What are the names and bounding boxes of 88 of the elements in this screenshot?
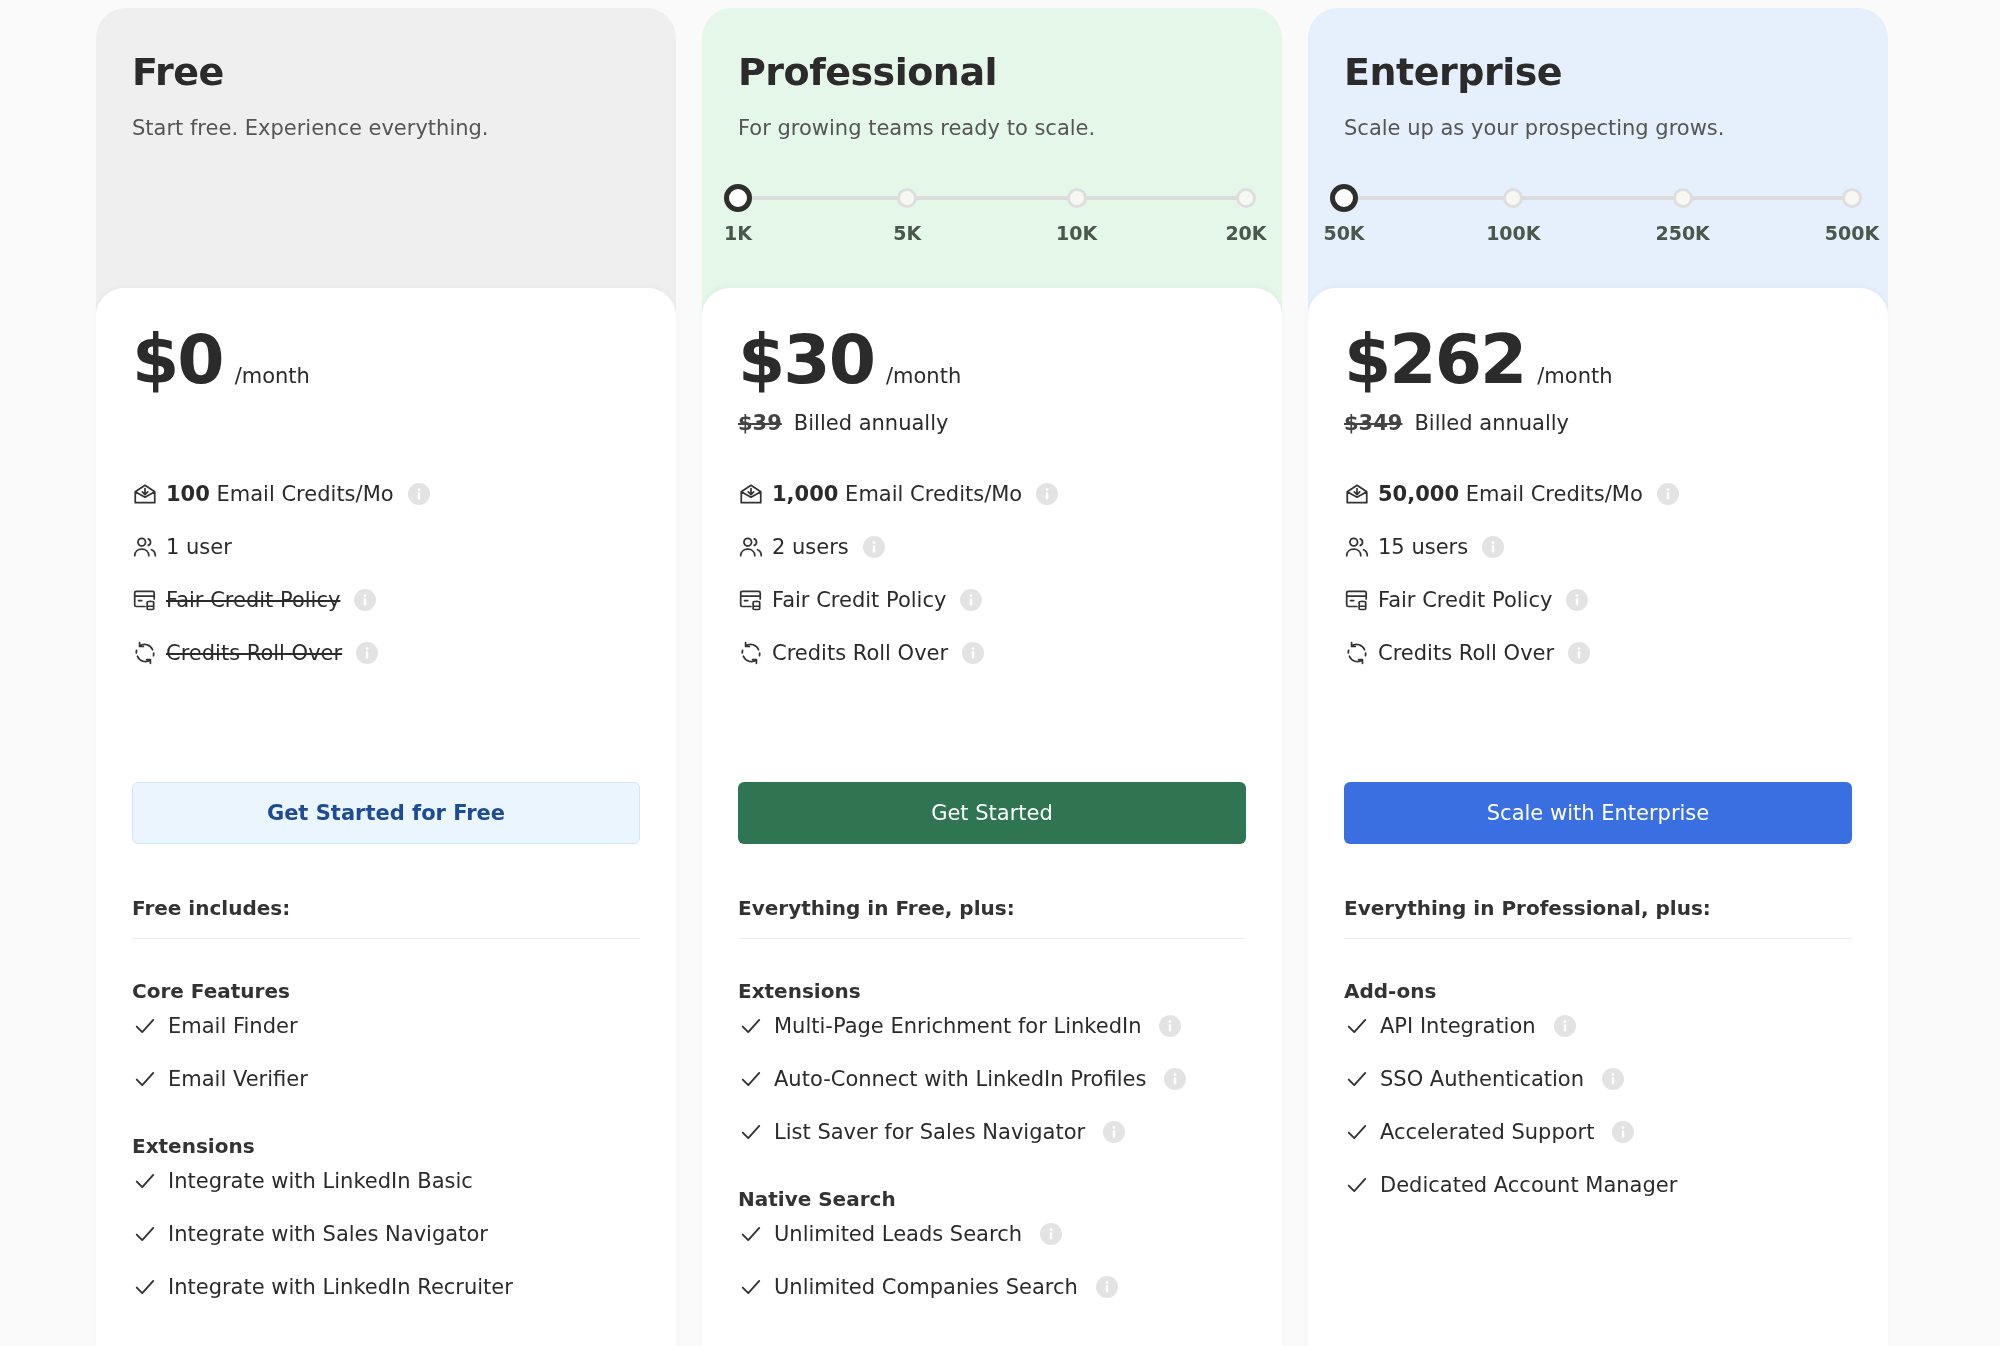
group-title: Extensions <box>132 1134 256 1158</box>
feature-text: Integrate with LinkedIn Basic <box>168 1169 473 1193</box>
info-icon[interactable] <box>960 589 983 611</box>
plan-tagline: For growing teams ready to scale. <box>738 116 1097 140</box>
info-icon[interactable] <box>1482 536 1505 558</box>
feature-text: Integrate with Sales Navigator <box>168 1222 488 1246</box>
price: $0 <box>132 320 223 399</box>
feature-text: Email Finder <box>168 1014 298 1038</box>
plan-name: Professional <box>738 50 999 94</box>
stop-label: 10K <box>1056 222 1098 244</box>
stop-label: 100K <box>1486 222 1541 244</box>
quota-text: 15 users <box>1378 535 1469 559</box>
feature-text: Unlimited Leads Search <box>774 1222 1022 1246</box>
info-icon[interactable] <box>354 589 377 611</box>
info-icon[interactable] <box>1095 1276 1118 1298</box>
feature-text: Integrate with LinkedIn Recruiter <box>168 1275 513 1299</box>
info-icon[interactable] <box>962 642 985 664</box>
quota-text: 50,000 Email Credits/Mo <box>1378 482 1643 506</box>
quota-text: Fair Credit Policy <box>772 588 947 612</box>
refresh-icon <box>738 640 764 666</box>
info-icon[interactable] <box>1040 1223 1062 1245</box>
slider-stop[interactable] <box>1330 184 1358 212</box>
feature-text: Accelerated Support <box>1380 1120 1595 1144</box>
card-icon <box>132 587 158 613</box>
price: $262 <box>1344 320 1526 399</box>
plan-tagline: Scale up as your prospecting grows. <box>1344 116 1726 140</box>
billing-note: Billed annually <box>793 411 949 435</box>
feature-text: Unlimited Companies Search <box>774 1275 1078 1299</box>
price-period: /month <box>234 364 310 388</box>
feature-text: SSO Authentication <box>1380 1067 1585 1091</box>
info-icon[interactable] <box>1036 483 1059 505</box>
price-period: /month <box>885 364 962 388</box>
feature-text: Dedicated Account Manager <box>1380 1173 1678 1197</box>
plan-button[interactable]: Get Started <box>738 782 1246 844</box>
info-icon[interactable] <box>1612 1121 1635 1143</box>
info-icon[interactable] <box>407 483 430 505</box>
info-icon[interactable] <box>1164 1068 1187 1090</box>
group-title: Core Features <box>132 979 291 1003</box>
feature-text: Multi-Page Enrichment for LinkedIn <box>774 1014 1142 1038</box>
feature-text: Auto-Connect with LinkedIn Profiles <box>774 1067 1147 1091</box>
info-icon[interactable] <box>356 642 379 664</box>
card-icon <box>738 587 764 613</box>
quota-text: 100 Email Credits/Mo <box>166 482 394 506</box>
includes-heading: Free includes: <box>132 896 640 939</box>
plan-button[interactable]: Get Started for Free <box>132 782 640 844</box>
plan-button[interactable]: Scale with Enterprise <box>1344 782 1852 844</box>
quota-text: Credits Roll Over <box>1378 641 1555 665</box>
refresh-icon <box>132 640 158 666</box>
quota-text: Credits Roll Over <box>166 641 343 665</box>
info-icon[interactable] <box>1568 642 1591 664</box>
group-title: Extensions <box>738 979 862 1003</box>
group-title: Add-ons <box>1344 979 1438 1003</box>
price-period: /month <box>1537 364 1613 388</box>
info-icon[interactable] <box>862 536 885 558</box>
quota-text: 1,000 Email Credits/Mo <box>772 482 1023 506</box>
old-price: $349 <box>1344 411 1403 435</box>
info-icon[interactable] <box>1566 589 1589 611</box>
info-icon[interactable] <box>1656 483 1679 505</box>
stop-label: 50K <box>1323 222 1365 244</box>
slider-stop[interactable] <box>724 184 752 212</box>
card-icon <box>1344 587 1370 613</box>
old-price: $39 <box>738 411 782 435</box>
price: $30 <box>738 320 874 399</box>
refresh-icon <box>1344 640 1370 666</box>
stop-label: 500K <box>1824 222 1880 244</box>
info-icon[interactable] <box>1602 1068 1625 1090</box>
quota-text: Credits Roll Over <box>772 641 949 665</box>
group-title: Native Search <box>738 1187 897 1211</box>
info-icon[interactable] <box>1159 1015 1182 1037</box>
includes-heading: Everything in Free, plus: <box>738 896 1246 939</box>
plan-name: Free <box>132 50 225 94</box>
stop-label: 5K <box>893 222 922 244</box>
feature-text: API Integration <box>1380 1014 1536 1038</box>
quota-text: 1 user <box>166 535 232 559</box>
stop-label: 250K <box>1655 222 1710 244</box>
info-icon[interactable] <box>1553 1015 1576 1037</box>
feature-text: Email Verifier <box>168 1067 308 1091</box>
plan-tagline: Start free. Experience everything. <box>132 116 490 140</box>
quota-text: Fair Credit Policy <box>166 588 341 612</box>
includes-heading: Everything in Professional, plus: <box>1344 896 1852 939</box>
quota-text: 2 users <box>772 535 849 559</box>
feature-text: List Saver for Sales Navigator <box>774 1120 1086 1144</box>
plan-name: Enterprise <box>1344 50 1564 94</box>
stop-label: 1K <box>724 222 752 244</box>
info-icon[interactable] <box>1103 1121 1126 1143</box>
billing-note: Billed annually <box>1414 411 1570 435</box>
quota-text: Fair Credit Policy <box>1378 588 1553 612</box>
stop-label: 20K <box>1225 222 1267 244</box>
